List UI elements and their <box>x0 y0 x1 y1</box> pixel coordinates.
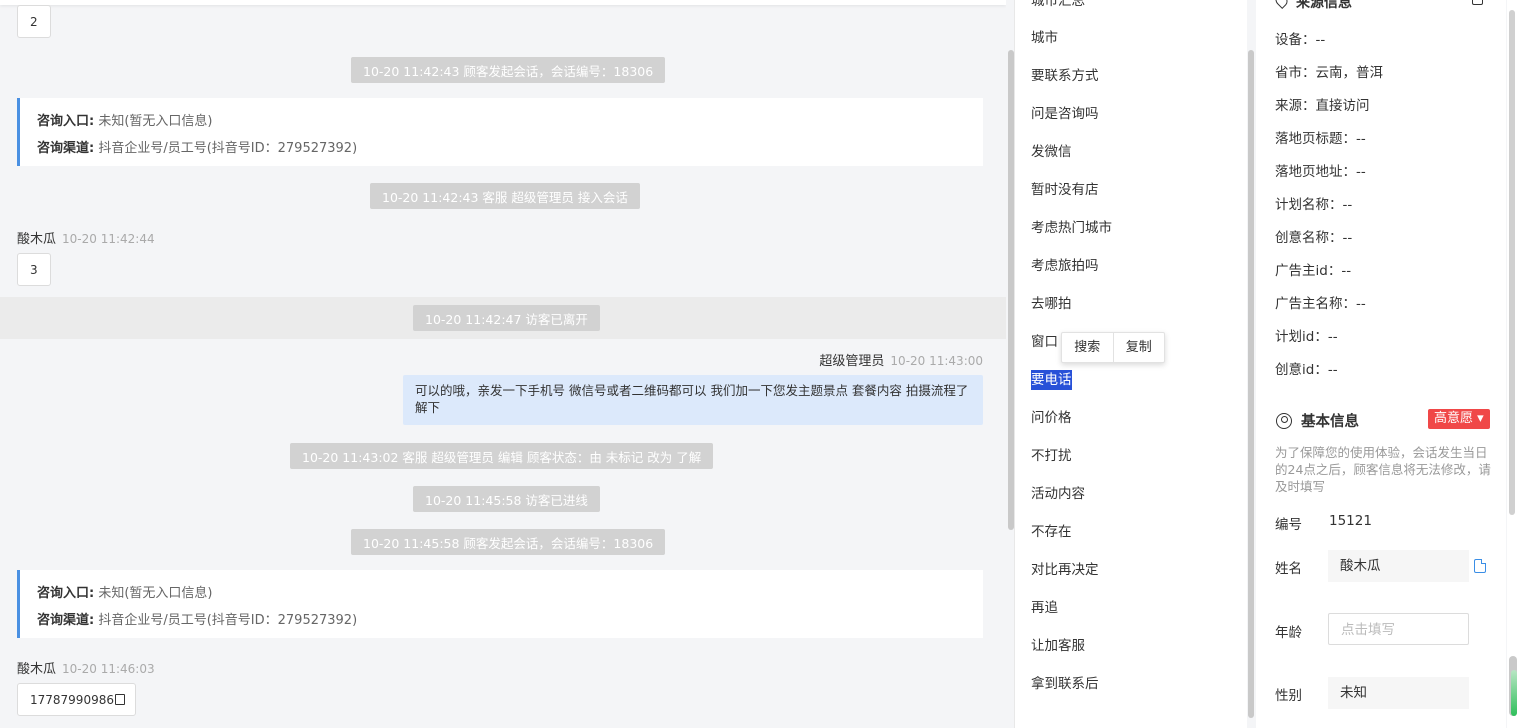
chat-top-edge <box>0 0 1006 5</box>
gender-label: 性别 <box>1275 688 1302 704</box>
tag-item[interactable]: 让加客服 <box>1031 636 1085 656</box>
agent-message-bubble[interactable]: 可以的哦，亲发一下手机号 微信号或者二维码都可以 我们加一下您发主题景点 套餐内… <box>403 375 983 425</box>
system-notice: 10-20 11:42:47 访客已离开 <box>413 305 600 331</box>
name-field[interactable]: 酸木瓜 <box>1328 550 1469 582</box>
consult-channel-value: 抖音企业号/员工号(抖音号ID：279527392) <box>98 613 358 628</box>
name-label: 姓名 <box>1275 561 1302 577</box>
customer-info-panel: 来源信息 设备：-- 省市：云南，普洱 来源：直接访问 落地页标题：-- 落地页… <box>1256 0 1506 728</box>
info-panel-scrollbar[interactable] <box>1509 10 1515 515</box>
source-landing-url: 落地页地址：-- <box>1275 164 1366 180</box>
sender-name: 酸木瓜 <box>17 232 57 247</box>
tag-item[interactable]: 发微信 <box>1031 142 1072 162</box>
system-notice: 10-20 11:45:58 访客已进线 <box>413 486 600 512</box>
page-scrollbar-indicator <box>1511 670 1517 716</box>
tag-item[interactable]: 问是咨询吗 <box>1031 104 1099 124</box>
tag-item[interactable]: 再追 <box>1031 598 1058 618</box>
tag-item[interactable]: 城市 <box>1031 28 1058 48</box>
context-menu-copy[interactable]: 复制 <box>1114 332 1165 363</box>
message-text: 3 <box>30 262 38 277</box>
consult-info-card: 咨询入口: 未知(暂无入口信息) 咨询渠道: 抖音企业号/员工号(抖音号ID：2… <box>17 98 983 166</box>
message-time: 10-20 11:42:44 <box>62 232 155 246</box>
source-plan-name: 计划名称：-- <box>1275 197 1353 213</box>
tag-item[interactable]: 拿到联系后 <box>1031 674 1099 694</box>
tag-item[interactable]: 城市汇总 <box>1031 0 1085 11</box>
user-circle-icon <box>1276 412 1292 429</box>
message-bubble: 17787990986 <box>17 683 136 716</box>
consult-info-card: 咨询入口: 未知(暂无入口信息) 咨询渠道: 抖音企业号/员工号(抖音号ID：2… <box>17 570 983 638</box>
system-notice: 10-20 11:45:58 顾客发起会话，会话编号：18306 <box>351 529 666 555</box>
source-advertiser-id: 广告主id：-- <box>1275 263 1352 279</box>
source-creative-name: 创意名称：-- <box>1275 230 1353 246</box>
id-value: 15121 <box>1329 513 1372 529</box>
context-menu-search[interactable]: 搜索 <box>1062 332 1113 363</box>
source-plan-id: 计划id：-- <box>1275 329 1338 345</box>
system-notice: 10-20 11:42:43 顾客发起会话，会话编号：18306 <box>351 57 666 83</box>
basic-info-title: 基本信息 <box>1276 410 1359 431</box>
tag-item[interactable]: 考虑热门城市 <box>1031 218 1112 238</box>
quick-tag-list: 城市汇总 城市 要联系方式 问是咨询吗 发微信 暂时没有店 考虑热门城市 考虑旅… <box>1015 0 1247 728</box>
tag-item[interactable]: 活动内容 <box>1031 484 1085 504</box>
copy-name-icon[interactable] <box>1474 559 1486 573</box>
message-text: 2 <box>30 14 38 29</box>
consult-channel-row: 咨询渠道: 抖音企业号/员工号(抖音号ID：279527392) <box>37 607 966 634</box>
source-landing-title: 落地页标题：-- <box>1275 131 1366 147</box>
source-origin: 来源：直接访问 <box>1275 98 1370 114</box>
sender-name: 超级管理员 <box>819 354 885 369</box>
sender-name: 酸木瓜 <box>17 662 57 677</box>
consult-entry-label: 咨询入口: <box>37 114 95 129</box>
tag-item[interactable]: 窗口 <box>1031 332 1058 352</box>
context-menu: 搜索 复制 <box>1061 332 1165 363</box>
tag-item[interactable]: 要联系方式 <box>1031 66 1099 86</box>
consult-channel-label: 咨询渠道: <box>37 141 95 156</box>
source-device: 设备：-- <box>1275 32 1326 48</box>
consult-entry-label: 咨询入口: <box>37 586 95 601</box>
visitor-header: 酸木瓜 10-20 11:46:03 <box>17 658 155 677</box>
tag-item[interactable]: 问价格 <box>1031 408 1072 428</box>
message-time: 10-20 11:46:03 <box>62 662 155 676</box>
message-time: 10-20 11:43:00 <box>890 354 983 368</box>
consult-entry-row: 咨询入口: 未知(暂无入口信息) <box>37 580 966 607</box>
age-input[interactable]: 点击填写 <box>1328 613 1469 645</box>
chat-panel: 2 10-20 11:42:43 顾客发起会话，会话编号：18306 咨询入口:… <box>0 0 1006 728</box>
source-province: 省市：云南，普洱 <box>1275 65 1383 81</box>
tag-item[interactable]: 不打扰 <box>1031 446 1072 466</box>
agent-header: 超级管理员 10-20 11:43:00 <box>819 350 983 369</box>
consult-channel-value: 抖音企业号/员工号(抖音号ID：279527392) <box>98 141 358 156</box>
tag-item[interactable]: 去哪拍 <box>1031 294 1072 314</box>
consult-entry-row: 咨询入口: 未知(暂无入口信息) <box>37 108 966 135</box>
consult-channel-label: 咨询渠道: <box>37 613 95 628</box>
intent-level-dropdown[interactable]: 高意愿 ▾ <box>1428 409 1490 429</box>
edit-notice: 为了保障您的使用体验，会话发生当日的24点之后，顾客信息将无法修改，请及时填写 <box>1275 445 1491 494</box>
system-notice: 10-20 11:43:02 客服 超级管理员 编辑 顾客状态：由 未标记 改为… <box>290 443 714 469</box>
consult-entry-value: 未知(暂无入口信息) <box>98 114 213 129</box>
source-advertiser-name: 广告主名称：-- <box>1275 296 1366 312</box>
tag-item-selected[interactable]: 要电话 <box>1031 370 1072 390</box>
system-notice: 10-20 11:42:43 客服 超级管理员 接入会话 <box>370 183 640 209</box>
tag-item[interactable]: 不存在 <box>1031 522 1072 542</box>
tag-item[interactable]: 暂时没有店 <box>1031 180 1099 200</box>
tag-item[interactable]: 对比再决定 <box>1031 560 1099 580</box>
message-text: 17787990986 <box>30 692 114 707</box>
edit-icon[interactable] <box>1472 0 1483 5</box>
id-label: 编号 <box>1275 517 1302 533</box>
visitor-header: 酸木瓜 10-20 11:42:44 <box>17 228 155 247</box>
source-creative-id: 创意id：-- <box>1275 362 1338 378</box>
location-icon <box>1273 0 1290 9</box>
tag-list-scrollbar[interactable] <box>1248 50 1254 718</box>
age-label: 年龄 <box>1275 625 1302 641</box>
tag-item[interactable]: 考虑旅拍吗 <box>1031 256 1099 276</box>
consult-channel-row: 咨询渠道: 抖音企业号/员工号(抖音号ID：279527392) <box>37 135 966 162</box>
message-bubble: 3 <box>17 253 51 286</box>
copy-icon[interactable] <box>114 694 125 705</box>
basic-info-title-text: 基本信息 <box>1301 414 1359 430</box>
consult-entry-value: 未知(暂无入口信息) <box>98 586 213 601</box>
source-info-title: 来源信息 <box>1296 0 1352 11</box>
message-bubble: 2 <box>17 5 51 38</box>
gender-select[interactable]: 未知 <box>1328 677 1469 709</box>
